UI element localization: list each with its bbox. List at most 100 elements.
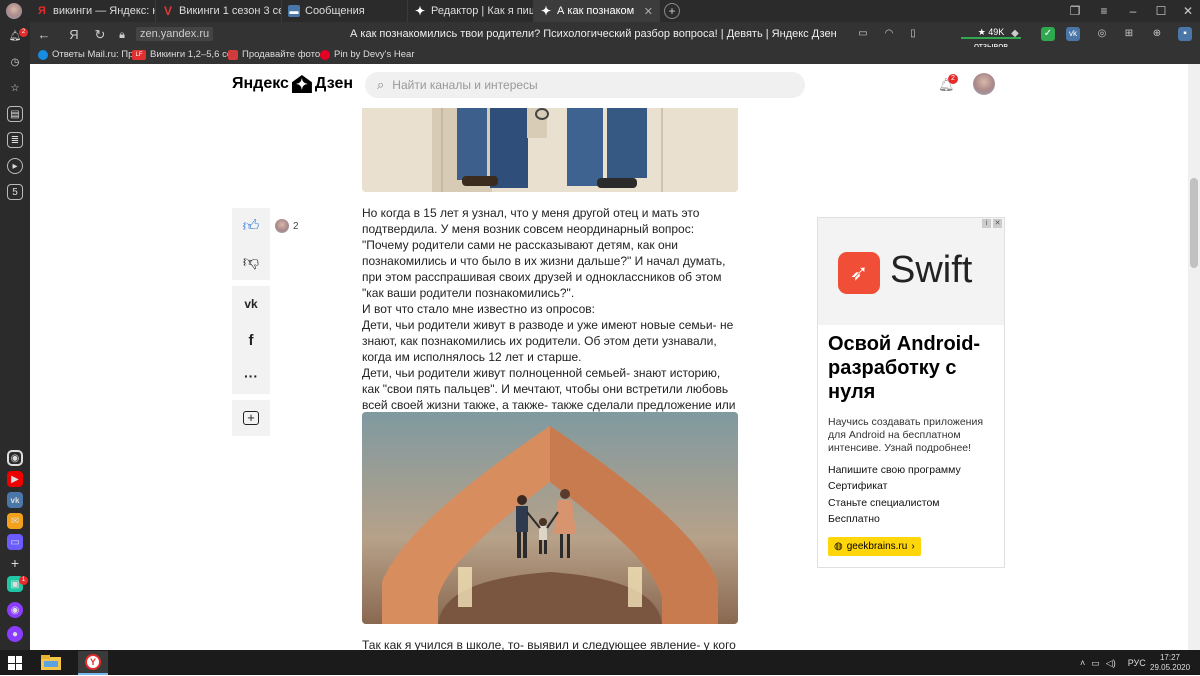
notifications-badge: 2 — [19, 28, 28, 37]
page-scrollbar[interactable] — [1188, 64, 1200, 650]
video-icon[interactable]: ▸ — [7, 158, 23, 174]
counter-icon[interactable]: 5 — [7, 184, 23, 200]
menu-icon[interactable]: ≡ — [1097, 4, 1111, 18]
facebook-icon: f — [248, 331, 254, 349]
bookmark-pinterest[interactable]: Pin by Devy's Hear — [320, 49, 414, 60]
security-icon[interactable]: ◎ — [1095, 27, 1109, 41]
ad-description: Научись создавать приложения для Android… — [828, 416, 984, 454]
liker-avatar — [275, 219, 289, 233]
collections-icon[interactable]: ▤ — [7, 106, 23, 122]
logo-yandex: Яндекс — [232, 75, 289, 92]
chevron-up-icon[interactable]: ˄ — [1080, 658, 1085, 668]
tab-vikings[interactable]: V Викинги 1 сезон 3 серия с — [156, 0, 282, 22]
system-tray: ˄ ▭ ◁) РУС — [1080, 653, 1146, 673]
more-share-button[interactable]: ··· — [232, 358, 270, 394]
vk-icon[interactable]: vk — [7, 492, 23, 508]
youtube-icon[interactable]: ▶ — [7, 471, 23, 487]
tab-label: Сообщения — [305, 5, 365, 17]
history-icon[interactable]: ◷ — [7, 54, 23, 70]
profile-avatar[interactable] — [6, 3, 22, 19]
add-panel-icon[interactable]: + — [7, 555, 23, 571]
translate-icon[interactable]: ⊞ — [1122, 27, 1136, 41]
dislike-button[interactable]: 👎︎ — [232, 244, 270, 280]
bookmark-vikings[interactable]: LF Викинги 1,2–5,6 се — [132, 49, 232, 60]
clock[interactable]: 17:27 29.05.2020 — [1150, 653, 1190, 673]
zen-house-icon: ✦ — [291, 75, 312, 93]
bookmark-icon[interactable]: ◆ — [1008, 27, 1022, 41]
windows-start-icon[interactable] — [8, 656, 22, 670]
search-bar[interactable]: ⌕ Найти каналы и интересы — [365, 72, 805, 98]
messenger-icon[interactable]: ▭ — [7, 534, 23, 550]
bookmark-label: Продавайте фото — [242, 49, 321, 60]
scrollbar-thumb[interactable] — [1190, 178, 1198, 268]
like-button[interactable]: 👍︎ — [232, 208, 270, 244]
page-title-display: А как познакомились твои родители? Психо… — [350, 28, 837, 40]
ad-link[interactable]: Сертификат — [828, 480, 887, 492]
share-vk-button[interactable]: vk — [232, 286, 270, 322]
close-icon[interactable]: ✕ — [644, 5, 653, 18]
tab-zen-article[interactable]: ✦ А как познакомились тв ✕ — [534, 0, 660, 22]
chevron-right-icon: › — [911, 541, 915, 552]
maximize-icon[interactable]: ☐ — [1154, 4, 1168, 18]
tab-label: викинги — Яндекс: нашлс — [53, 5, 155, 17]
thumbs-down-icon: 👎︎ — [242, 253, 260, 271]
bookmark-mail-answers[interactable]: Ответы Mail.ru: Пр — [38, 49, 133, 60]
shield-icon[interactable]: ✓ — [1041, 27, 1055, 41]
notes-icon[interactable]: ≣ — [7, 132, 23, 148]
back-button[interactable]: ← — [34, 25, 54, 45]
zen-icon: ✦ — [540, 4, 552, 18]
more-icon: ··· — [244, 368, 258, 384]
article-paragraph: Дети, чьи родители живут в разводе и уже… — [362, 318, 734, 364]
ad-banner[interactable]: ➶ Swift i ✕ — [818, 218, 1004, 325]
clock-date: 29.05.2020 — [1150, 663, 1191, 672]
swift-logo-icon: ➶ — [838, 252, 880, 294]
volume-icon[interactable]: ◁) — [1106, 658, 1116, 669]
ad-link[interactable]: Напишите свою программу — [828, 464, 961, 476]
alice-icon[interactable]: ◉ — [7, 602, 23, 618]
add-comment-button[interactable]: + — [232, 400, 270, 436]
instagram-icon[interactable]: ◉ — [7, 450, 23, 466]
ad-title[interactable]: Освой Android-разработку с нуля — [828, 332, 998, 404]
pinterest-icon — [320, 49, 330, 60]
ad-link[interactable]: Станьте специалистом — [828, 497, 940, 509]
tab-messages[interactable]: ▬ Сообщения — [282, 0, 408, 22]
bookmarks-icon[interactable]: ☆ — [7, 80, 23, 96]
user-avatar[interactable] — [973, 73, 995, 95]
alice-assistant-icon[interactable]: ● — [7, 626, 23, 642]
extension-icon[interactable]: ▪ — [1178, 27, 1192, 41]
ad-link[interactable]: Бесплатно — [828, 513, 880, 525]
share-icon[interactable]: ⊕ — [1150, 27, 1164, 41]
tab-zen-editor[interactable]: ✦ Редактор | Как я пишу и п — [408, 0, 534, 22]
zen-logo[interactable]: Яндекс ✦ Дзен — [232, 75, 353, 93]
tab-label: А как познакомились тв — [557, 5, 635, 17]
ad-info-icon[interactable]: i — [982, 219, 991, 228]
yandex-home-button[interactable]: Я — [64, 25, 84, 45]
file-explorer-icon[interactable] — [40, 653, 62, 671]
tab-yandex-search[interactable]: Я викинги — Яндекс: нашлс — [30, 0, 156, 22]
mail-icon[interactable]: ✉ — [7, 513, 23, 529]
share-facebook-button[interactable]: f — [232, 322, 270, 358]
close-window-icon[interactable]: ✕ — [1181, 4, 1195, 18]
search-input[interactable]: Найти каналы и интересы — [392, 78, 537, 92]
ad-close-icon[interactable]: ✕ — [993, 219, 1002, 228]
tabs-list-icon[interactable]: ❐ — [1068, 4, 1082, 18]
network-icon[interactable]: ▭ — [1091, 658, 1100, 669]
advertisement[interactable]: ➶ Swift i ✕ Освой Android-разработку с н… — [817, 217, 1005, 568]
bookmark-sell-photos[interactable]: Продавайте фото — [228, 49, 320, 60]
article-paragraph: Но когда в 15 лет я узнал, что у меня др… — [362, 206, 726, 300]
lock-icon[interactable]: 🔒︎ — [112, 25, 132, 45]
yandex-browser-taskbar-button[interactable]: Y — [78, 651, 108, 675]
new-tab-button[interactable]: + — [664, 3, 680, 19]
url-field[interactable]: zen.yandex.ru — [136, 27, 214, 41]
headphones-icon[interactable]: ◠ — [882, 27, 896, 41]
article-image-top — [362, 108, 738, 192]
ad-site-button[interactable]: ◍ geekbrains.ru › — [828, 537, 921, 556]
globe-icon: ◍ — [834, 541, 843, 552]
vk-extension-icon[interactable]: vk — [1066, 27, 1080, 41]
reader-mode-icon[interactable]: ▯ — [906, 27, 920, 41]
keyboard-language[interactable]: РУС — [1128, 658, 1146, 668]
reload-button[interactable]: ↻ — [90, 25, 110, 45]
minimize-icon[interactable]: – — [1126, 4, 1140, 18]
messages-icon: ▬ — [288, 5, 300, 17]
cast-icon[interactable]: ▭ — [856, 27, 870, 41]
